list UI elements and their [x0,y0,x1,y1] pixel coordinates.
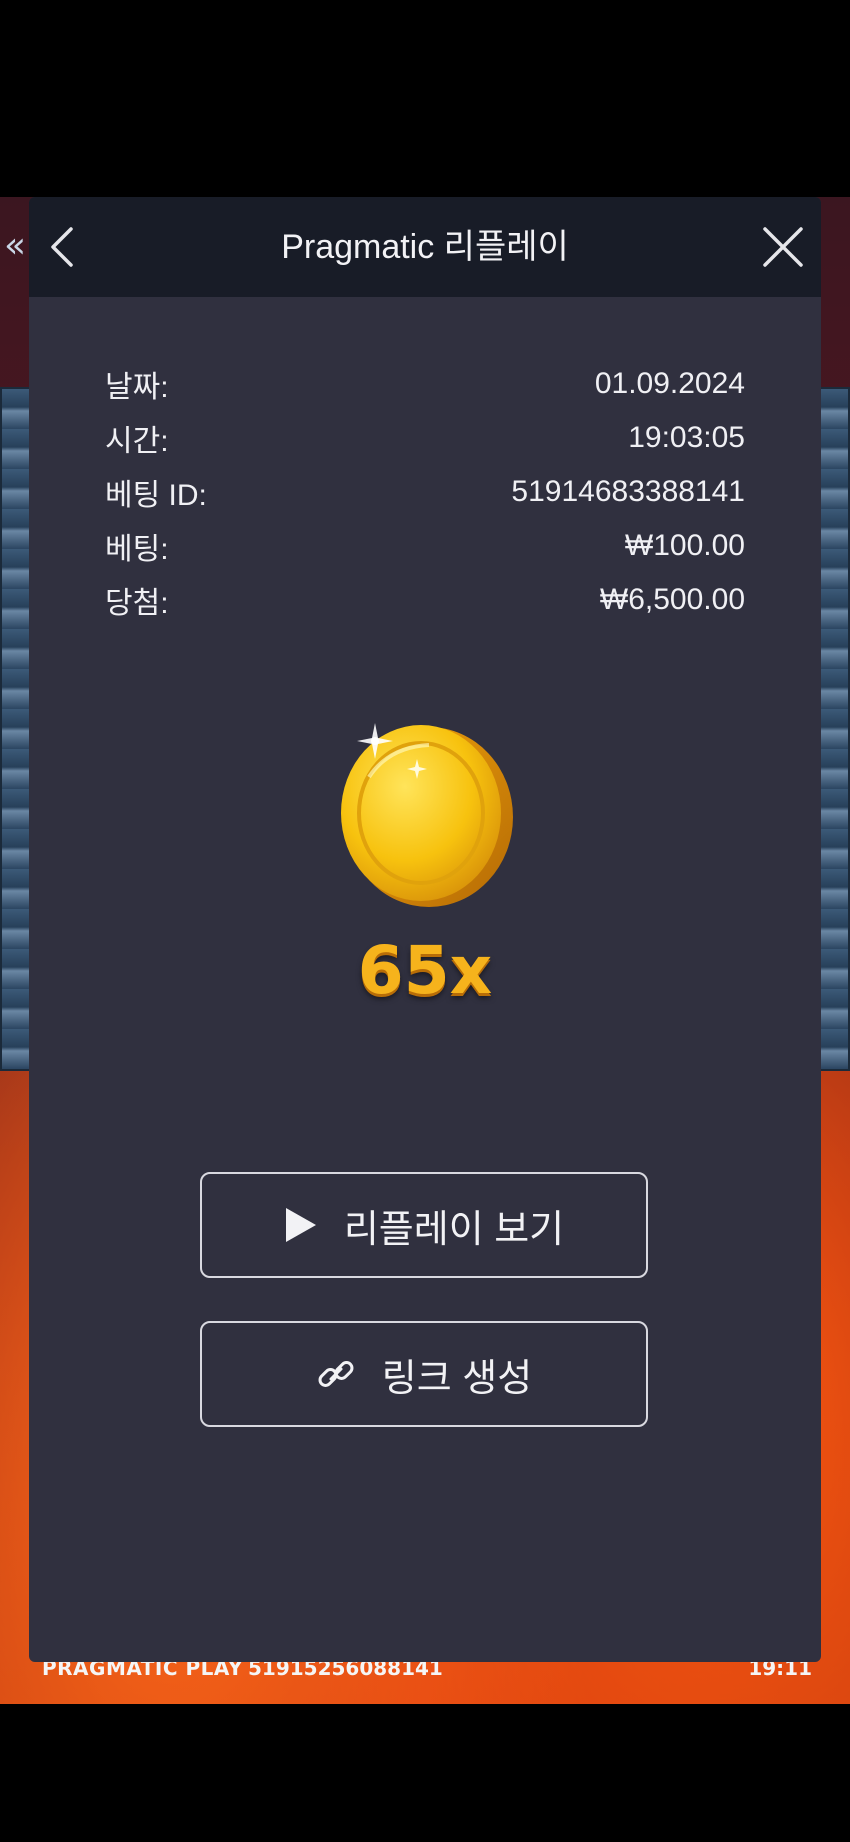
time-value: 19:03:05 [628,421,745,454]
win-value: ₩6,500.00 [599,583,745,616]
close-button[interactable] [759,223,807,271]
date-row: 날짜: 01.09.2024 [105,357,745,411]
watch-replay-label: 리플레이 보기 [343,1208,565,1251]
bet-details: 날짜: 01.09.2024 시간: 19:03:05 베팅 ID: 51914… [105,357,745,627]
right-pillar-decoration [818,387,850,1071]
win-multiplier: 65x [357,932,493,1009]
watch-replay-button[interactable]: 리플레이 보기 [200,1172,648,1278]
gold-coin-icon [341,723,513,907]
date-value: 01.09.2024 [594,367,745,400]
bet-value: ₩100.00 [624,529,745,562]
play-icon [284,1206,318,1244]
back-button[interactable] [43,223,83,271]
bet-label: 베팅: [105,533,169,566]
bet-id-row: 베팅 ID: 51914683388141 [105,465,745,519]
bet-row: 베팅: ₩100.00 [105,519,745,573]
modal-title: Pragmatic 리플레이 [281,228,569,266]
time-row: 시간: 19:03:05 [105,411,745,465]
time-label: 시간: [105,425,169,458]
win-row: 당첨: ₩6,500.00 [105,573,745,627]
collapse-icon[interactable]: « [4,228,26,264]
win-label: 당첨: [105,587,169,620]
left-pillar-decoration [0,387,32,1071]
replay-modal: Pragmatic 리플레이 날짜: 01.09.2024 시간: 19:03:… [29,197,821,1662]
link-icon [316,1354,356,1394]
modal-header: Pragmatic 리플레이 [29,197,821,297]
create-link-button[interactable]: 링크 생성 [200,1321,648,1427]
close-icon [763,227,803,267]
create-link-label: 링크 생성 [381,1357,533,1400]
chevron-left-icon [51,227,73,267]
bet-id-value: 51914683388141 [511,475,745,508]
date-label: 날짜: [105,371,169,404]
bet-id-label: 베팅 ID: [105,479,207,512]
